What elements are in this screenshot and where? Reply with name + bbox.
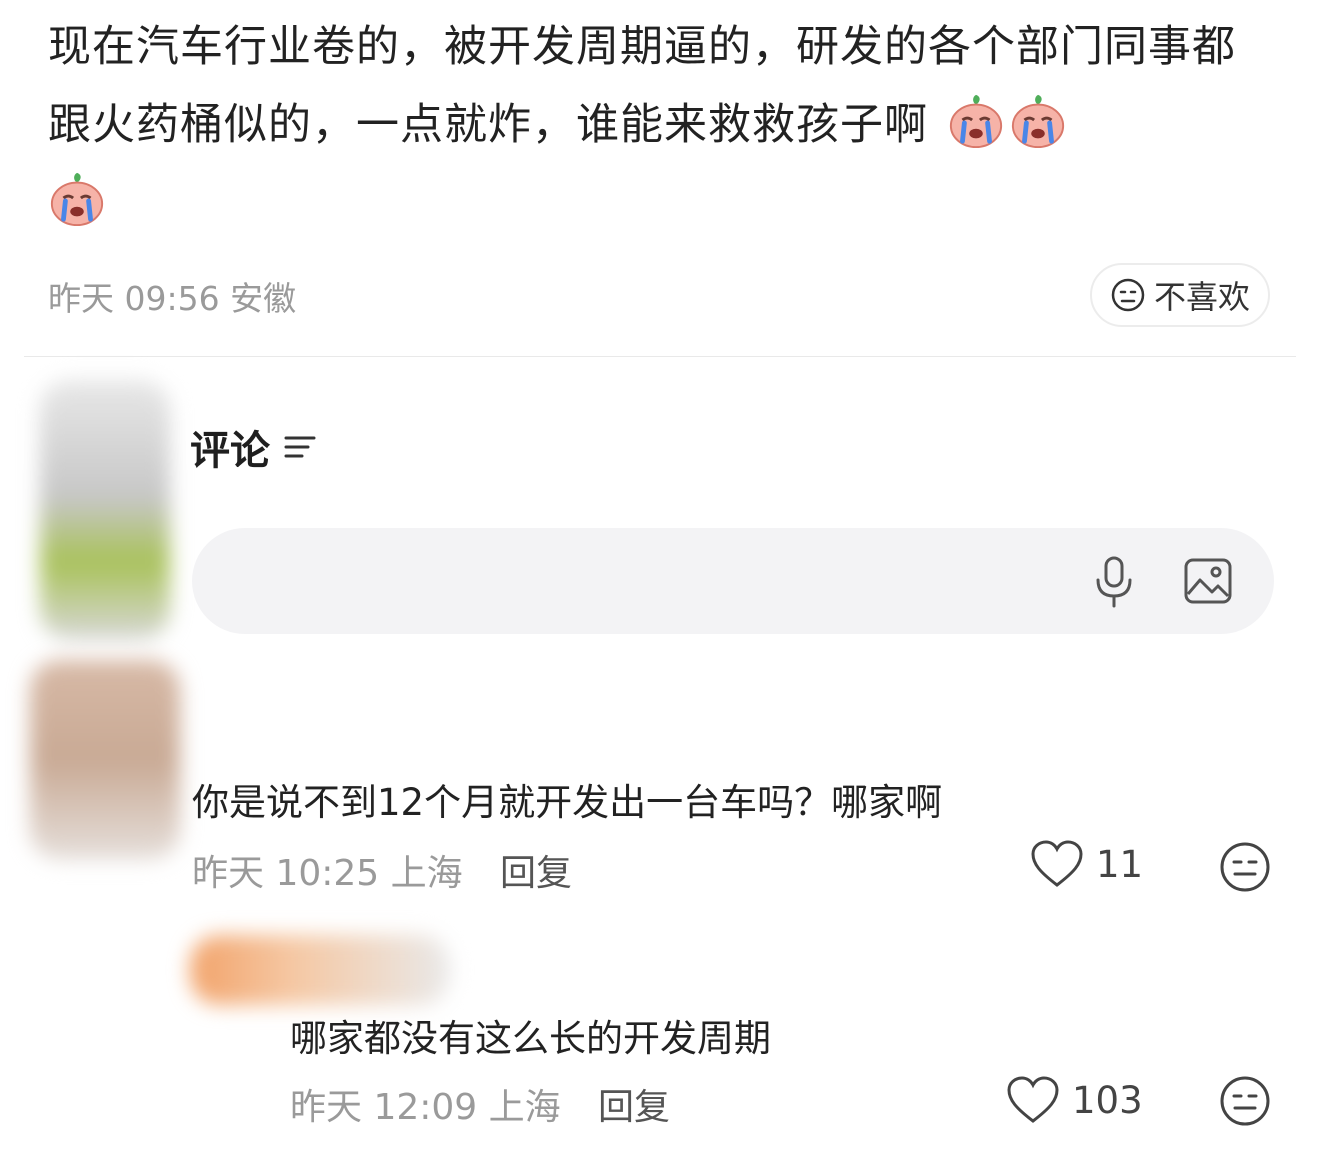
comment-input[interactable] (192, 528, 1274, 634)
crying-peach-emoji-icon (50, 172, 104, 227)
comments-title: 评论 (190, 428, 270, 474)
heart-icon (1031, 840, 1083, 887)
post-time-location: 昨天 09:56 安徽 (48, 279, 297, 318)
like-button[interactable]: 103 (1006, 1076, 1143, 1124)
crying-peach-emoji-icon (949, 94, 1002, 149)
dislike-face-icon[interactable] (1218, 840, 1272, 894)
dislike-face-icon[interactable] (1218, 1074, 1272, 1128)
like-count: 103 (1072, 1078, 1143, 1122)
comments-header[interactable]: 评论 (190, 418, 316, 476)
microphone-icon[interactable] (1090, 556, 1138, 608)
post-text: 现在汽车行业卷的，被开发周期逼的，研发的各个部门同事都跟火药桶似的，一点就炸，谁… (48, 8, 1278, 242)
reply-button[interactable]: 回复 (500, 844, 572, 896)
dislike-button[interactable]: 不喜欢 (1090, 263, 1270, 327)
like-button[interactable]: 11 (1030, 840, 1143, 888)
image-icon[interactable] (1184, 558, 1232, 604)
comment-time-location: 昨天 12:09 上海 (290, 1087, 561, 1128)
crying-peach-emoji-icon (1011, 94, 1064, 149)
blurred-avatar (30, 660, 180, 860)
reply-button[interactable]: 回复 (598, 1078, 670, 1130)
like-count: 11 (1096, 842, 1144, 886)
divider (24, 356, 1296, 357)
sort-lines-icon[interactable] (284, 434, 316, 460)
blurred-avatar (40, 380, 170, 640)
dislike-label: 不喜欢 (1153, 278, 1250, 316)
comment-text: 你是说不到12个月就开发出一台车吗？哪家啊 (192, 781, 943, 824)
comment-text: 哪家都没有这么长的开发周期 (290, 1017, 771, 1060)
neutral-face-icon (1111, 278, 1145, 312)
heart-icon (1007, 1076, 1059, 1123)
blurred-username (190, 935, 450, 1005)
comment-time-location: 昨天 10:25 上海 (192, 853, 463, 894)
